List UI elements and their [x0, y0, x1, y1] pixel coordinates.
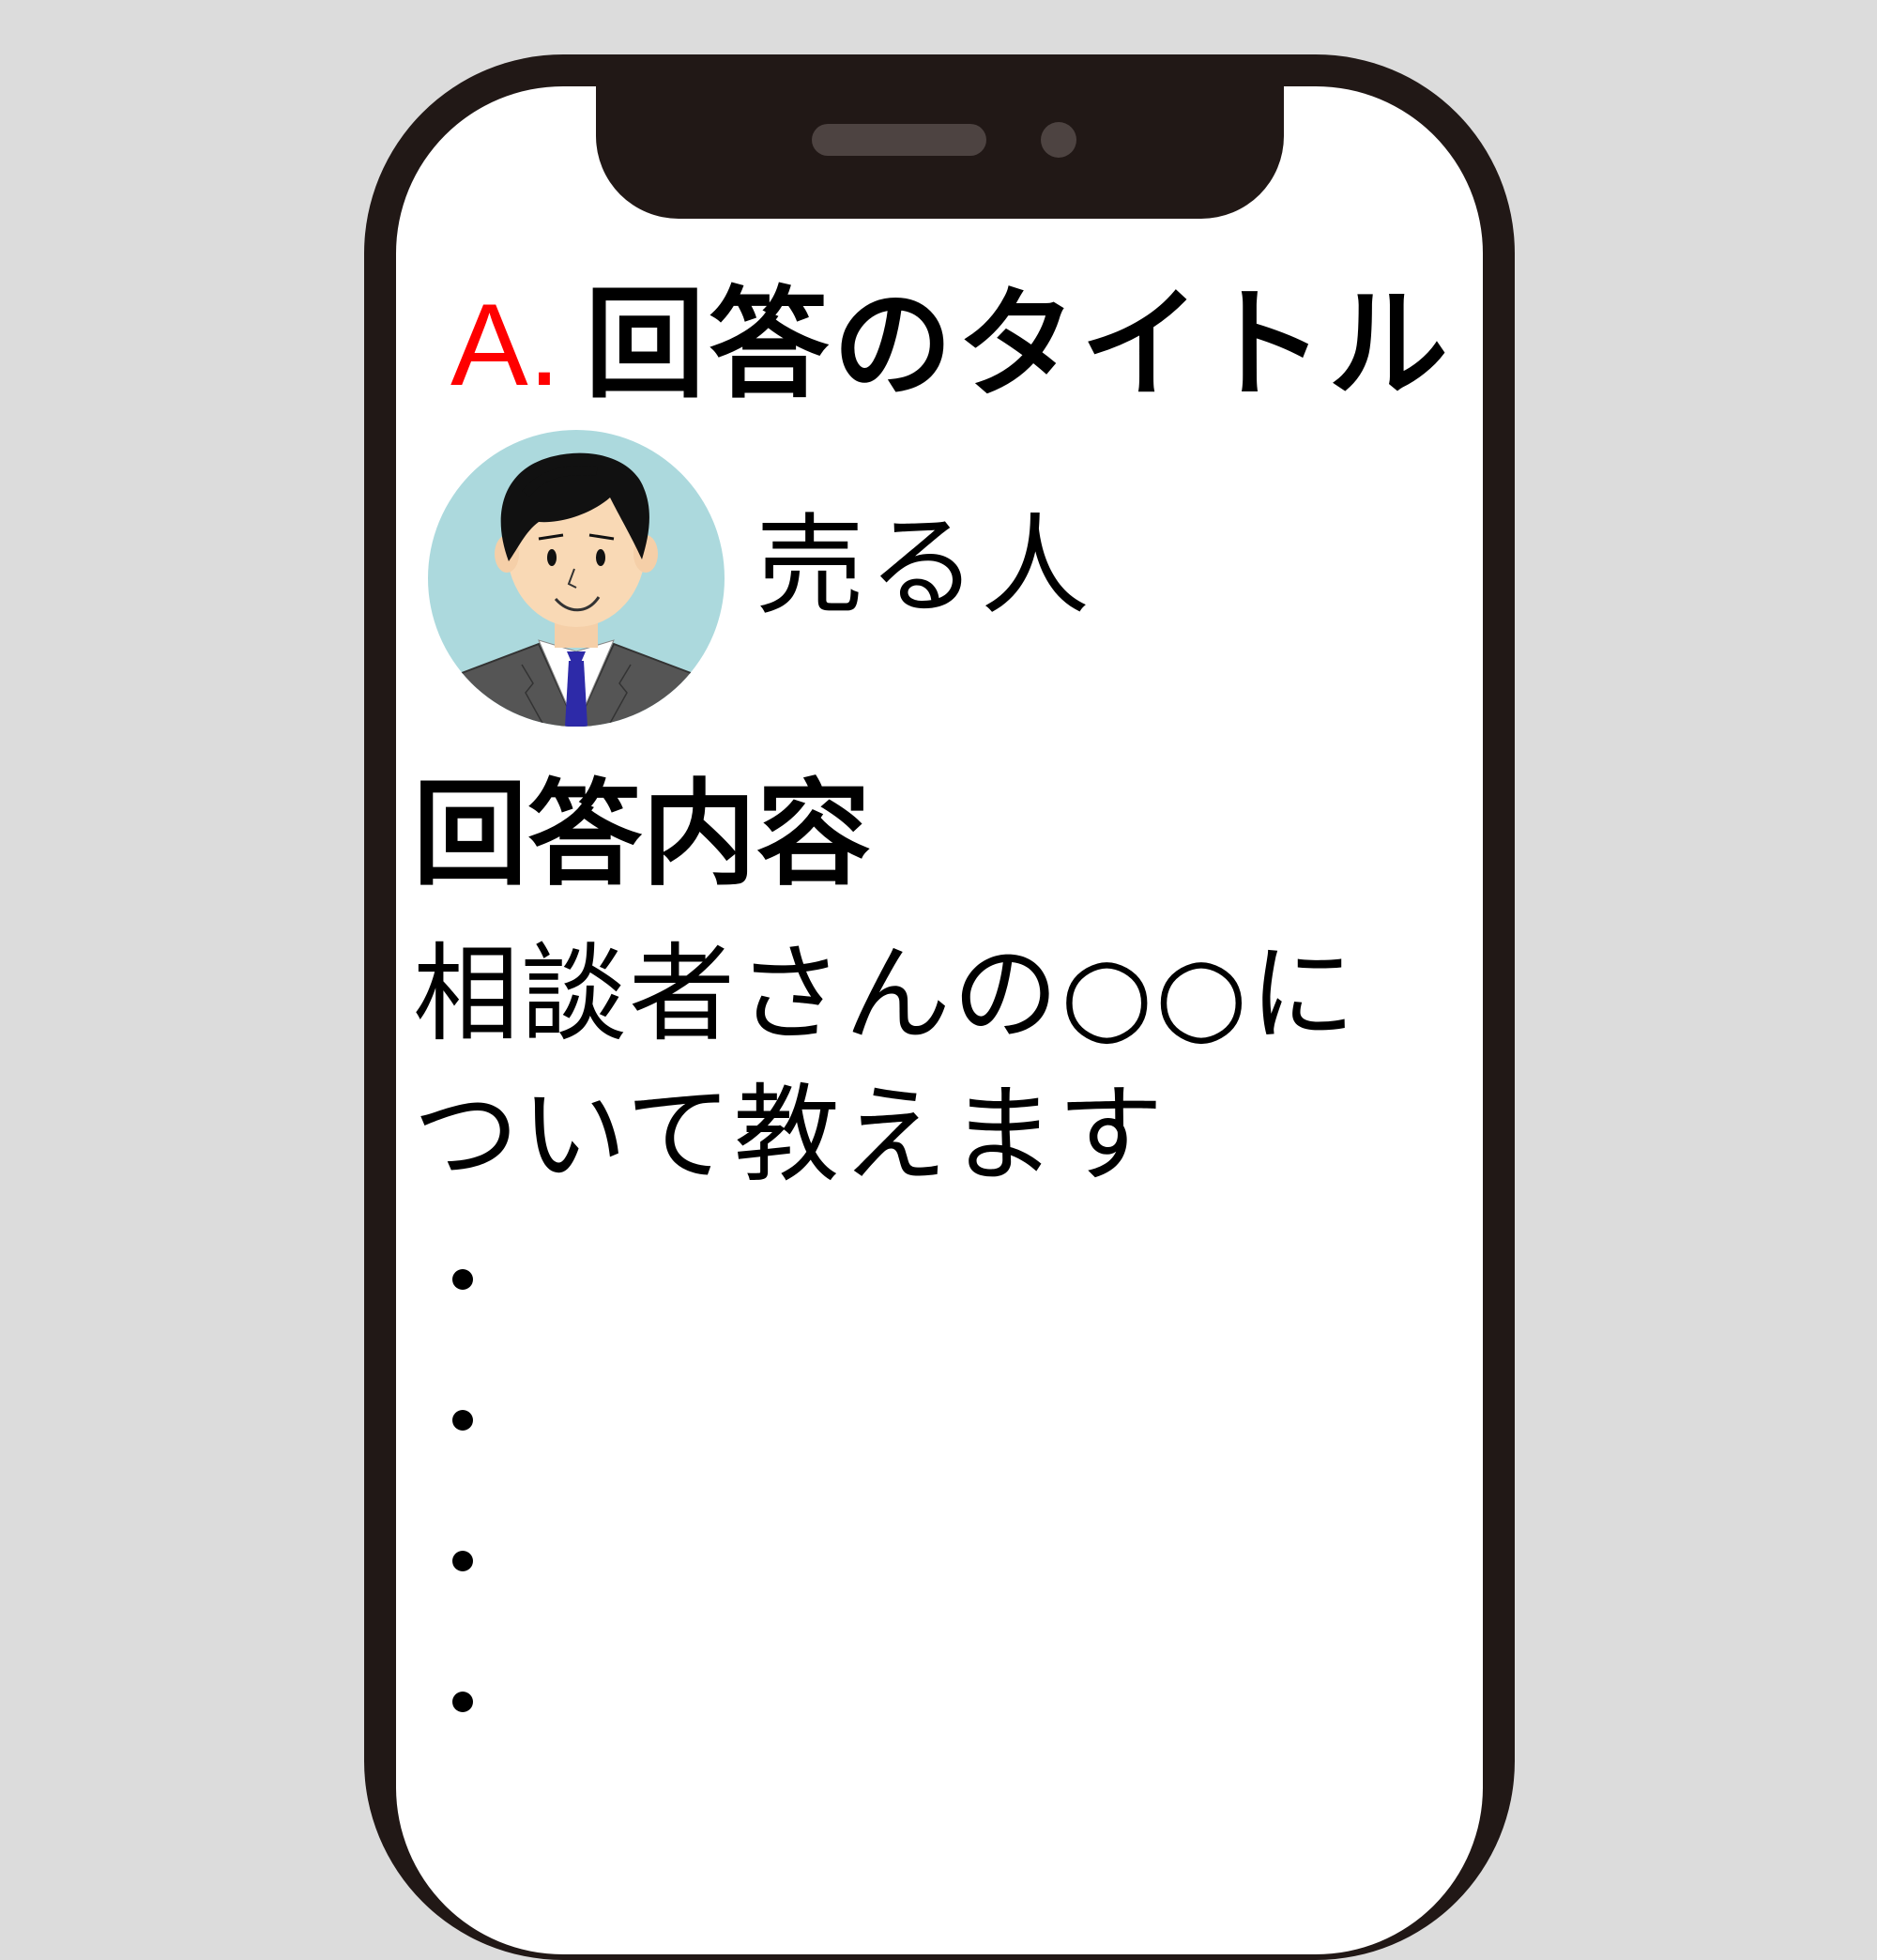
bullet-list [452, 1269, 473, 1832]
phone-screen: A. 回答のタイトル 売る人 回答内容 相談者さんの○○について教えます [396, 86, 1483, 1954]
camera-icon [1041, 122, 1076, 158]
author-name: 売る人 [755, 503, 1093, 630]
businessman-avatar-icon [428, 430, 725, 727]
phone-notch [596, 86, 1284, 219]
bullet-point [452, 1410, 473, 1431]
bullet-point [452, 1692, 473, 1712]
content-body: 相談者さんの○○について教えます [413, 932, 1358, 1197]
answer-prefix: A. [450, 281, 561, 410]
answer-title: A. 回答のタイトル [450, 285, 1452, 406]
speaker-icon [812, 124, 986, 156]
answer-title-text: 回答のタイトル [585, 275, 1453, 415]
bullet-point [452, 1551, 473, 1571]
content-heading: 回答内容 [413, 768, 871, 901]
bullet-point [452, 1269, 473, 1290]
